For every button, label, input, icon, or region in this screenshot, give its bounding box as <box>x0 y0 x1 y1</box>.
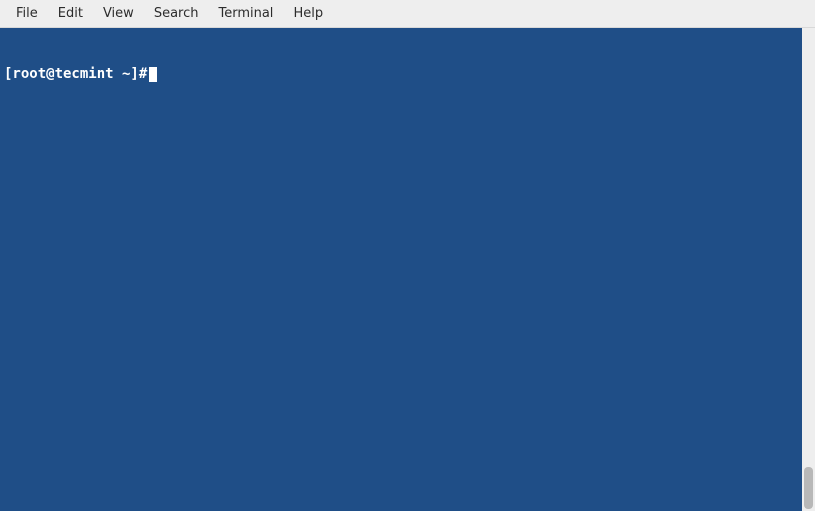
menu-view[interactable]: View <box>93 2 144 25</box>
scrollbar-thumb[interactable] <box>804 467 813 509</box>
scrollbar[interactable] <box>802 28 815 511</box>
menubar: File Edit View Search Terminal Help <box>0 0 815 28</box>
cursor <box>149 67 157 82</box>
menu-help[interactable]: Help <box>283 2 333 25</box>
menu-file[interactable]: File <box>6 2 48 25</box>
menu-terminal[interactable]: Terminal <box>208 2 283 25</box>
prompt-text: [root@tecmint ~]# <box>4 66 147 83</box>
menu-edit[interactable]: Edit <box>48 2 93 25</box>
prompt-line: [root@tecmint ~]# <box>4 66 798 83</box>
terminal-wrapper: [root@tecmint ~]# <box>0 28 815 511</box>
terminal-area[interactable]: [root@tecmint ~]# <box>0 28 802 511</box>
menu-search[interactable]: Search <box>144 2 209 25</box>
